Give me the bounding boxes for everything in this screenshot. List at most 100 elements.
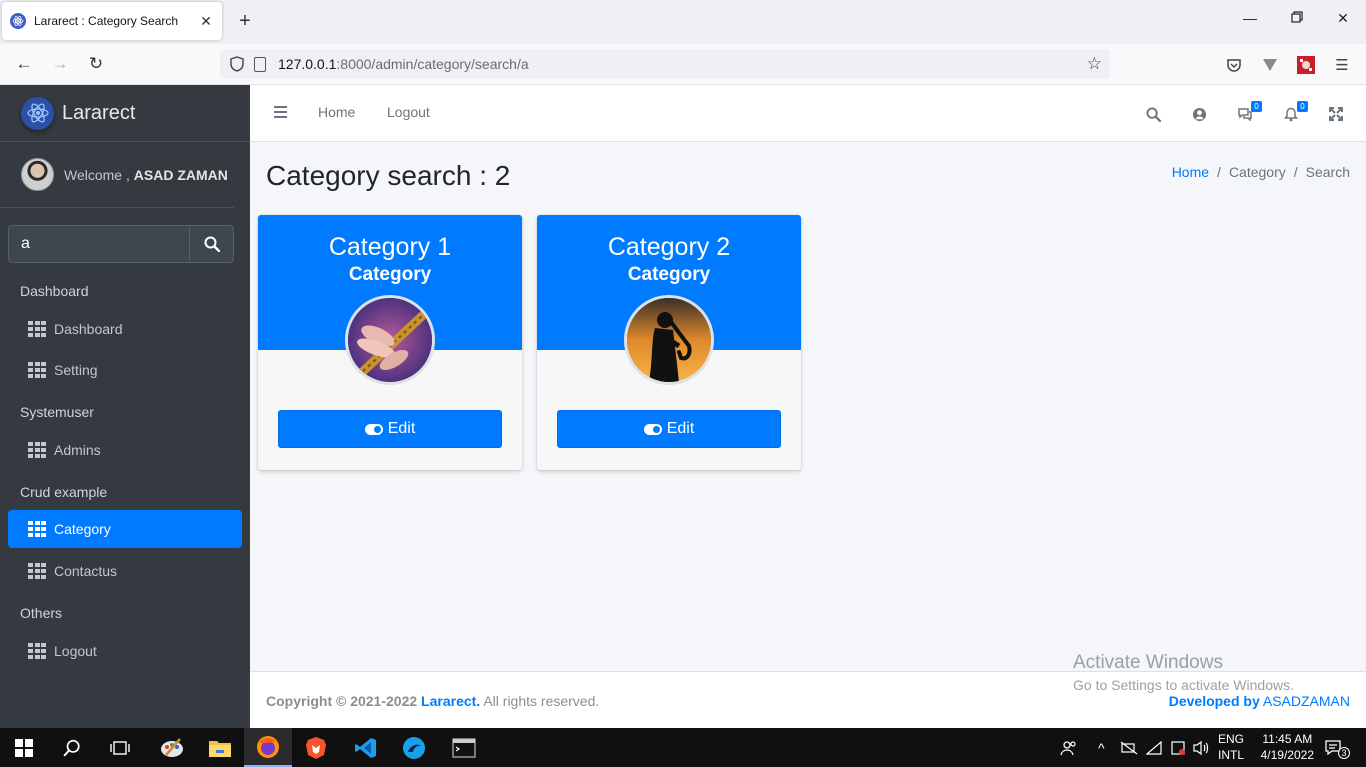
welcome-text: Welcome , ASAD ZAMAN xyxy=(64,166,228,183)
search-icon[interactable] xyxy=(48,728,96,767)
card-title: Category 2 xyxy=(607,233,731,261)
restore-icon[interactable] xyxy=(1287,10,1307,26)
grid-icon xyxy=(28,563,46,579)
bell-icon[interactable]: 0 xyxy=(1281,101,1308,124)
menu-header-crud: Crud example xyxy=(20,484,108,500)
developer-link[interactable]: ASADZAMAN xyxy=(1263,693,1350,709)
people-icon[interactable] xyxy=(1060,728,1078,767)
clock[interactable]: 11:45 AM 4/19/2022 xyxy=(1261,731,1314,763)
grid-icon xyxy=(28,643,46,659)
security-icon[interactable] xyxy=(1170,728,1186,767)
content-empty-area xyxy=(250,486,1366,671)
sidebar-item-logout[interactable]: Logout xyxy=(8,632,242,670)
grid-icon xyxy=(28,321,46,337)
address-bar[interactable]: 127.0.0.1:8000/admin/category/search/a ☆ xyxy=(220,49,1110,79)
volume-icon[interactable] xyxy=(1192,728,1210,767)
task-view-icon[interactable] xyxy=(96,728,144,767)
browser-tab[interactable]: Lararect : Category Search ✕ xyxy=(2,2,222,40)
card-subtitle: Category xyxy=(627,264,711,285)
sidebar-item-label: Category xyxy=(54,521,111,537)
notifications-badge: 0 xyxy=(1297,101,1308,112)
taskbar: ^ ENG INTL 11:45 AM 4/19/2022 3 xyxy=(0,728,1366,767)
react-icon xyxy=(10,13,26,29)
browser-tab-bar: Lararect : Category Search ✕ + — ✕ xyxy=(0,0,1366,44)
sidebar-item-label: Admins xyxy=(54,442,101,458)
minimize-icon[interactable]: — xyxy=(1240,10,1260,26)
breadcrumb-category: Category xyxy=(1228,164,1286,180)
vscode-icon[interactable] xyxy=(342,728,390,767)
menu-icon[interactable]: ☰ xyxy=(1332,55,1352,75)
breadcrumb-search: Search xyxy=(1305,164,1350,180)
close-window-icon[interactable]: ✕ xyxy=(1333,10,1353,27)
sidebar-item-label: Logout xyxy=(54,643,97,659)
grid-icon xyxy=(28,442,46,458)
sidebar-item-label: Dashboard xyxy=(54,321,123,337)
sidebar-item-setting[interactable]: Setting xyxy=(8,351,242,389)
shield-icon[interactable] xyxy=(230,56,244,72)
notification-center-icon[interactable]: 3 xyxy=(1324,728,1350,767)
user-name[interactable]: ASAD ZAMAN xyxy=(134,167,228,183)
sidebar-item-contactus[interactable]: Contactus xyxy=(8,552,242,590)
terminal-icon[interactable] xyxy=(440,728,488,767)
sidebar-item-label: Setting xyxy=(54,362,98,378)
close-tab-icon[interactable]: ✕ xyxy=(198,13,214,30)
firefox-icon[interactable] xyxy=(244,728,292,767)
tab-title: Lararect : Category Search xyxy=(34,14,179,28)
fullscreen-icon[interactable] xyxy=(1326,104,1346,124)
brand-text: Lararect xyxy=(62,101,136,124)
content-wrapper: Category search : 2 Home / Category / Se… xyxy=(250,142,1366,486)
extension-red-icon[interactable] xyxy=(1296,55,1316,75)
messages-badge: 0 xyxy=(1251,101,1262,112)
card-subtitle: Category xyxy=(348,264,432,285)
pocket-icon[interactable] xyxy=(1224,55,1244,75)
app-icon[interactable] xyxy=(390,728,438,767)
toggle-icon xyxy=(364,423,383,435)
paint-app-icon[interactable] xyxy=(148,728,196,767)
sidebar-search-input[interactable] xyxy=(8,225,189,263)
windows-start-icon[interactable] xyxy=(0,728,48,767)
nav-logout-link[interactable]: Logout xyxy=(387,104,430,120)
sidebar-item-category[interactable]: Category xyxy=(8,510,242,548)
sidebar-item-admins[interactable]: Admins xyxy=(8,431,242,469)
edit-button[interactable]: Edit xyxy=(278,410,502,448)
new-tab-icon[interactable]: + xyxy=(234,10,256,32)
file-explorer-icon[interactable] xyxy=(196,728,244,767)
category-image xyxy=(624,295,714,385)
extension-v-icon[interactable] xyxy=(1260,55,1280,75)
reload-icon[interactable]: ↻ xyxy=(83,52,109,76)
comments-icon[interactable]: 0 xyxy=(1235,101,1262,124)
copyright: Copyright © 2021-2022 Lararect. All righ… xyxy=(266,693,600,709)
main-header: Home Logout 0 0 xyxy=(250,85,1366,142)
nav-home-link[interactable]: Home xyxy=(318,104,355,120)
category-image xyxy=(345,295,435,385)
user-panel: Welcome , ASAD ZAMAN xyxy=(0,142,234,208)
brand-link[interactable]: Lararect xyxy=(0,85,250,142)
network-disconnected-icon[interactable] xyxy=(1120,728,1138,767)
footer-brand-link[interactable]: Lararect. xyxy=(421,693,480,709)
bookmark-star-icon[interactable]: ☆ xyxy=(1087,54,1102,74)
breadcrumb-separator: / xyxy=(1293,164,1298,180)
category-card: Category 2 Category Edit xyxy=(537,215,801,470)
wifi-icon[interactable] xyxy=(1146,728,1162,767)
breadcrumb-home[interactable]: Home xyxy=(1172,164,1209,180)
search-button[interactable] xyxy=(189,225,234,263)
sidebar-item-dashboard[interactable]: Dashboard xyxy=(8,310,242,348)
activate-windows-watermark: Activate Windows Go to Settings to activ… xyxy=(1073,652,1294,693)
back-icon[interactable]: ← xyxy=(11,52,37,76)
hamburger-icon[interactable] xyxy=(274,106,287,118)
react-logo-icon xyxy=(21,96,54,130)
avatar[interactable] xyxy=(21,158,54,191)
forward-icon[interactable]: → xyxy=(47,52,73,76)
search-icon xyxy=(204,236,220,252)
brave-browser-icon[interactable] xyxy=(292,728,340,767)
edit-button[interactable]: Edit xyxy=(557,410,781,448)
url-text[interactable]: 127.0.0.1:8000/admin/category/search/a xyxy=(278,56,529,72)
chevron-up-icon[interactable]: ^ xyxy=(1098,728,1105,767)
user-circle-icon[interactable] xyxy=(1189,104,1209,124)
search-icon[interactable] xyxy=(1143,104,1163,124)
browser-toolbar: ← → ↻ 127.0.0.1:8000/admin/category/sear… xyxy=(0,44,1366,85)
sidebar-item-label: Contactus xyxy=(54,563,118,579)
toggle-icon xyxy=(643,423,662,435)
language-indicator[interactable]: ENG INTL xyxy=(1218,731,1244,763)
developer-credit: Developed by ASADZAMAN xyxy=(1168,693,1350,709)
